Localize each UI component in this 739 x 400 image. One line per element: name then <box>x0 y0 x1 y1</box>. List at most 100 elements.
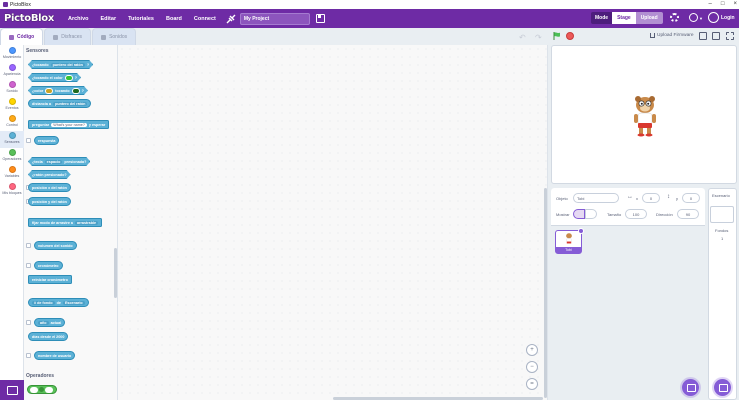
block-dropdown[interactable]: # de fondo <box>32 300 55 305</box>
block-text: respuesta <box>38 138 56 143</box>
block-dropdown[interactable]: puntero del ratón <box>53 101 88 106</box>
menu-connect[interactable]: Connect <box>194 16 216 22</box>
zoom-in-button[interactable] <box>526 344 538 356</box>
green-flag-icon[interactable] <box>553 32 561 40</box>
minimize-icon[interactable]: – <box>709 0 712 9</box>
color-swatch[interactable] <box>72 88 80 94</box>
sprite-name-field[interactable]: Tobi <box>573 193 619 203</box>
ask-and-wait-block[interactable]: preguntar What's your name? y esperar <box>28 120 110 129</box>
stage-mode-button[interactable]: Stage <box>612 12 636 24</box>
avatar-icon[interactable] <box>708 12 719 23</box>
category-sound[interactable]: Sonido <box>0 81 24 93</box>
maximize-icon[interactable]: □ <box>721 0 725 9</box>
distance-to-block[interactable]: distancia a puntero del ratón <box>28 99 92 108</box>
category-operators[interactable]: Operadores <box>0 149 24 161</box>
extensions-connect-icon[interactable] <box>226 14 236 24</box>
small-stage-icon[interactable] <box>699 32 707 40</box>
category-events[interactable]: Eventos <box>0 98 24 110</box>
color-touching-color-block[interactable]: ¿color tocando? <box>28 86 88 95</box>
menu-file[interactable]: Archivo <box>68 16 88 22</box>
loudness-block[interactable]: volumen del sonido <box>34 241 77 250</box>
close-icon[interactable]: × <box>733 0 737 9</box>
show-visible-button[interactable] <box>573 209 585 219</box>
menu-edit[interactable]: Editar <box>101 16 117 22</box>
current-year-block[interactable]: año actual <box>34 318 66 327</box>
script-workspace[interactable] <box>118 45 548 400</box>
timer-block[interactable]: cronómetro <box>34 261 63 270</box>
redo-icon[interactable]: ↷ <box>535 33 542 42</box>
set-drag-mode-block[interactable]: fijar modo de arrastre a arrastrable <box>28 218 103 227</box>
sprite-tile-tobi[interactable]: Tobi <box>555 228 584 254</box>
days-since-2000-block[interactable]: días desde el 2000 <box>28 332 69 341</box>
block-dropdown[interactable]: puntero del ratón <box>51 63 85 67</box>
menu-tutorials[interactable]: Tutoriales <box>128 16 154 22</box>
window-titlebar: PictoBlox – □ × <box>0 0 739 9</box>
username-checkbox[interactable] <box>26 353 31 358</box>
tab-sounds[interactable]: Sonidos <box>92 28 137 45</box>
category-control[interactable]: Control <box>0 115 24 127</box>
add-sprite-button[interactable] <box>682 379 699 396</box>
block-dropdown[interactable]: Escenario <box>62 300 85 305</box>
mouse-x-block[interactable]: posición x del ratón <box>28 183 71 192</box>
direction-field[interactable]: 90 <box>677 209 699 219</box>
answer-checkbox[interactable] <box>26 138 31 143</box>
category-variables[interactable]: Variables <box>0 166 24 178</box>
block-text: ¿tocando <box>32 62 49 67</box>
hide-sprite-button[interactable] <box>585 209 597 219</box>
touching-block[interactable]: ¿tocando puntero del ratón? <box>28 60 93 69</box>
color-swatch[interactable] <box>45 88 53 94</box>
tab-code[interactable]: Código <box>0 28 44 45</box>
add-extension-button[interactable] <box>0 380 24 400</box>
delete-sprite-icon[interactable] <box>578 228 584 234</box>
y-position-field[interactable]: 0 <box>682 193 700 203</box>
palette-scrollbar[interactable] <box>114 248 117 298</box>
touching-color-block[interactable]: ¿tocando el color? <box>28 73 81 82</box>
zoom-reset-button[interactable] <box>526 378 538 390</box>
block-dropdown[interactable]: arrastrable <box>75 220 99 225</box>
operand-slot[interactable] <box>30 386 38 393</box>
backdrop-thumbnail[interactable] <box>710 206 734 223</box>
x-position-field[interactable]: 0 <box>642 193 660 203</box>
current-checkbox[interactable] <box>26 320 31 325</box>
login-link[interactable]: Login <box>721 15 735 21</box>
workspace-vertical-scrollbar[interactable] <box>544 188 547 398</box>
answer-block[interactable]: respuesta <box>34 136 60 145</box>
upload-mode-button[interactable]: Upload <box>635 12 663 24</box>
block-dropdown[interactable]: espacio <box>45 160 63 164</box>
loudness-checkbox[interactable] <box>26 243 31 248</box>
add-backdrop-button[interactable] <box>714 379 731 396</box>
mouse-down-block[interactable]: ¿ratón presionado? <box>28 170 71 179</box>
pictoblox-logo[interactable]: PictoBlox <box>4 13 54 24</box>
menu-board[interactable]: Board <box>166 16 182 22</box>
chevron-down-icon[interactable]: ▼ <box>699 16 703 21</box>
size-field[interactable]: 100 <box>625 209 647 219</box>
color-swatch[interactable] <box>65 75 73 81</box>
username-block[interactable]: nombre de usuario <box>34 351 76 360</box>
x-label: x <box>636 196 638 201</box>
gear-icon[interactable] <box>670 13 679 22</box>
stop-icon[interactable] <box>566 32 574 40</box>
operand-slot[interactable] <box>45 386 53 393</box>
timer-checkbox[interactable] <box>26 263 31 268</box>
large-stage-icon[interactable] <box>712 32 720 40</box>
fullscreen-icon[interactable] <box>726 32 734 40</box>
category-sensing[interactable]: Sensores <box>0 131 24 148</box>
backdrop-of-block[interactable]: # de fondo de Escenario <box>28 298 89 307</box>
key-pressed-block[interactable]: ¿tecla espacio presionada? <box>28 157 90 166</box>
block-input[interactable]: What's your name? <box>51 122 87 127</box>
project-name-input[interactable]: My Project <box>239 12 310 25</box>
tab-costumes[interactable]: Disfraces <box>44 28 92 45</box>
add-operator-block[interactable] <box>27 385 57 394</box>
category-looks[interactable]: Apariencia <box>0 64 24 76</box>
reset-timer-block[interactable]: reiniciar cronómetro <box>28 275 72 284</box>
category-motion[interactable]: Movimiento <box>0 47 24 59</box>
zoom-out-button[interactable] <box>526 361 538 373</box>
tobi-sprite[interactable] <box>630 93 660 137</box>
save-icon[interactable] <box>315 14 325 23</box>
block-dropdown[interactable]: año <box>38 320 49 325</box>
globe-icon[interactable] <box>689 13 698 22</box>
category-my-blocks[interactable]: Mis bloques <box>0 183 24 195</box>
mouse-y-block[interactable]: posición y del ratón <box>28 197 71 206</box>
undo-icon[interactable]: ↶ <box>519 33 526 42</box>
upload-firmware-button[interactable]: Upload Firmware <box>650 33 694 38</box>
